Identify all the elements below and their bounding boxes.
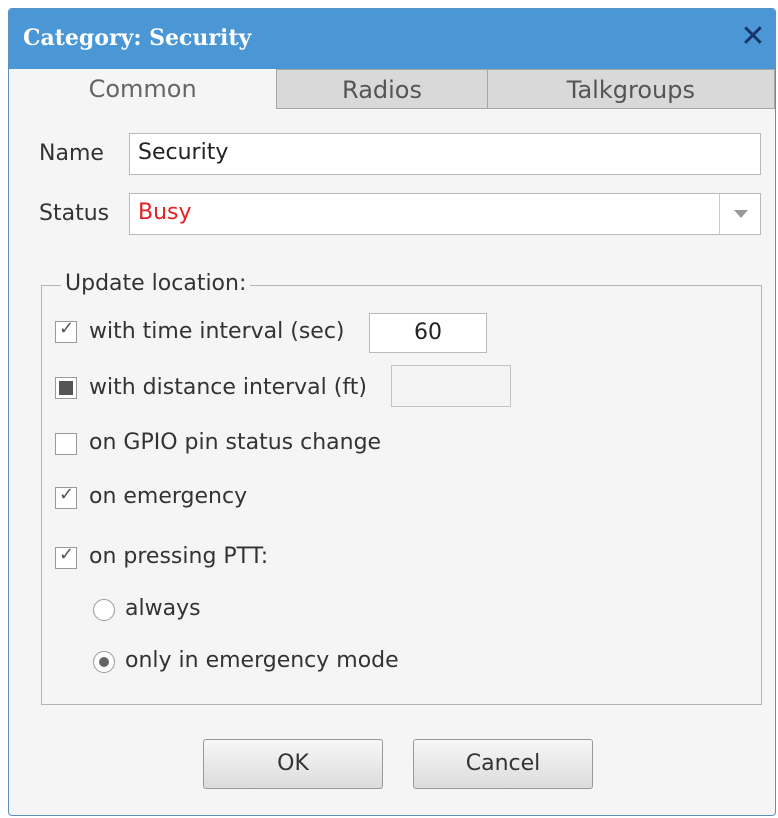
- distance-interval-checkbox[interactable]: [55, 377, 77, 399]
- tab-talkgroups[interactable]: Talkgroups: [487, 69, 775, 109]
- emergency-label: on emergency: [89, 484, 248, 509]
- time-interval-input[interactable]: 60: [369, 313, 487, 353]
- status-label: Status: [39, 201, 110, 226]
- ptt-always-label: always: [125, 596, 201, 621]
- close-icon[interactable]: ✕: [735, 19, 771, 55]
- gpio-checkbox[interactable]: [55, 433, 77, 455]
- name-label: Name: [39, 141, 104, 166]
- name-input[interactable]: Security: [129, 133, 761, 175]
- title-bar: Category: Security ✕: [9, 9, 775, 69]
- status-select[interactable]: Busy: [129, 193, 761, 235]
- ptt-emergency-only-radio[interactable]: [93, 651, 115, 673]
- time-interval-label: with time interval (sec): [89, 319, 345, 344]
- gpio-label: on GPIO pin status change: [89, 430, 382, 455]
- category-dialog: Category: Security ✕ Common Radios Talkg…: [8, 8, 776, 816]
- ptt-always-radio[interactable]: [93, 599, 115, 621]
- tab-common[interactable]: Common: [9, 69, 277, 109]
- tab-bar: Common Radios Talkgroups: [9, 69, 775, 109]
- chevron-down-icon[interactable]: [719, 194, 760, 234]
- status-value: Busy: [138, 200, 192, 225]
- ptt-checkbox[interactable]: [55, 544, 77, 569]
- time-interval-checkbox[interactable]: [55, 318, 77, 343]
- ok-button[interactable]: OK: [203, 739, 383, 789]
- ptt-emergency-only-label: only in emergency mode: [125, 648, 399, 673]
- cancel-button[interactable]: Cancel: [413, 739, 593, 789]
- distance-interval-input[interactable]: [391, 365, 511, 407]
- ptt-label: on pressing PTT:: [89, 544, 269, 569]
- update-location-label: Update location:: [61, 271, 251, 296]
- window-title: Category: Security: [23, 25, 252, 51]
- distance-interval-label: with distance interval (ft): [89, 375, 367, 400]
- emergency-checkbox[interactable]: [55, 484, 77, 509]
- tab-radios[interactable]: Radios: [276, 69, 488, 109]
